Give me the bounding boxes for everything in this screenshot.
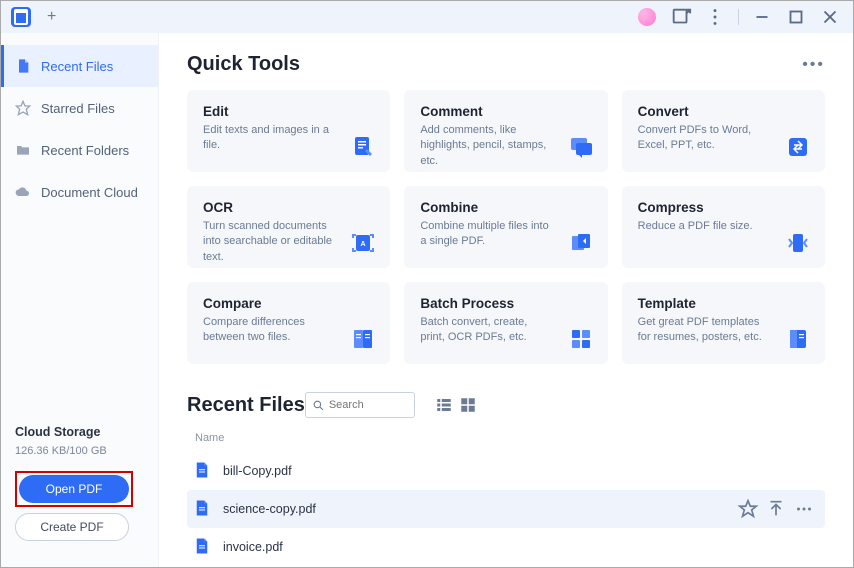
minimize-button[interactable] xyxy=(751,6,773,28)
upload-icon[interactable] xyxy=(765,498,787,520)
pdf-file-icon xyxy=(193,537,211,557)
tool-compress[interactable]: Compress Reduce a PDF file size. xyxy=(622,186,825,268)
comment-icon xyxy=(568,134,594,160)
file-row[interactable]: bill-Copy.pdf xyxy=(187,452,825,490)
tool-title: Template xyxy=(638,296,809,311)
ocr-icon: A xyxy=(350,230,376,256)
recent-files-title: Recent Files xyxy=(187,394,305,417)
tool-desc: Get great PDF templates for resumes, pos… xyxy=(638,315,768,346)
file-name: science-copy.pdf xyxy=(223,502,731,516)
tool-desc: Reduce a PDF file size. xyxy=(638,219,768,234)
compress-icon xyxy=(785,230,811,256)
template-icon xyxy=(785,326,811,352)
tool-desc: Compare differences between two files. xyxy=(203,315,333,346)
tool-compare[interactable]: Compare Compare differences between two f… xyxy=(187,282,390,364)
create-pdf-button[interactable]: Create PDF xyxy=(15,513,129,541)
storage-label: Cloud Storage xyxy=(15,425,144,439)
more-icon[interactable] xyxy=(793,498,815,520)
file-name: invoice.pdf xyxy=(223,540,815,554)
quick-tools-title: Quick Tools xyxy=(187,53,300,76)
convert-icon xyxy=(785,134,811,160)
search-input[interactable] xyxy=(329,399,403,411)
pdf-file-icon xyxy=(193,461,211,481)
file-icon xyxy=(15,58,31,74)
tool-batch[interactable]: Batch Process Batch convert, create, prin… xyxy=(404,282,607,364)
sidebar: Recent Files Starred Files Recent Folders D… xyxy=(1,33,159,567)
avatar-icon[interactable] xyxy=(636,6,658,28)
cloud-icon xyxy=(15,184,31,200)
star-icon xyxy=(15,100,31,116)
storage-value: 126.36 KB/100 GB xyxy=(15,445,144,457)
titlebar: + xyxy=(1,1,853,33)
sidebar-item-starred-files[interactable]: Starred Files xyxy=(1,87,158,129)
grid-view-toggle[interactable] xyxy=(459,396,477,414)
tool-desc: Combine multiple files into a single PDF… xyxy=(420,219,550,250)
tool-combine[interactable]: Combine Combine multiple files into a sin… xyxy=(404,186,607,268)
share-icon[interactable] xyxy=(670,6,692,28)
tool-title: Compress xyxy=(638,200,809,215)
column-header-name: Name xyxy=(187,428,825,452)
batch-icon xyxy=(568,326,594,352)
file-row[interactable]: science-copy.pdf xyxy=(187,490,825,528)
tool-title: Combine xyxy=(420,200,591,215)
combine-icon xyxy=(568,230,594,256)
content: Quick Tools ••• Edit Edit texts and image… xyxy=(159,33,853,567)
menu-icon[interactable] xyxy=(704,6,726,28)
tool-title: Batch Process xyxy=(420,296,591,311)
tool-title: OCR xyxy=(203,200,374,215)
sidebar-item-label: Document Cloud xyxy=(41,185,138,200)
tool-edit[interactable]: Edit Edit texts and images in a file. xyxy=(187,90,390,172)
app-logo-icon xyxy=(11,7,31,27)
tool-title: Compare xyxy=(203,296,374,311)
edit-icon xyxy=(350,134,376,160)
pdf-file-icon xyxy=(193,499,211,519)
close-button[interactable] xyxy=(819,6,841,28)
tool-title: Comment xyxy=(420,104,591,119)
tool-desc: Convert PDFs to Word, Excel, PPT, etc. xyxy=(638,123,768,154)
sidebar-item-document-cloud[interactable]: Document Cloud xyxy=(1,171,158,213)
tool-title: Convert xyxy=(638,104,809,119)
star-icon[interactable] xyxy=(737,498,759,520)
tool-desc: Add comments, like highlights, pencil, s… xyxy=(420,123,550,169)
tool-desc: Batch convert, create, print, OCR PDFs, … xyxy=(420,315,550,346)
sidebar-item-label: Starred Files xyxy=(41,101,115,116)
tool-desc: Edit texts and images in a file. xyxy=(203,123,333,154)
folder-icon xyxy=(15,142,31,158)
open-pdf-highlight: Open PDF xyxy=(15,471,133,507)
tool-comment[interactable]: Comment Add comments, like highlights, pe… xyxy=(404,90,607,172)
list-view-toggle[interactable] xyxy=(435,396,453,414)
sidebar-item-label: Recent Files xyxy=(41,59,113,74)
tool-title: Edit xyxy=(203,104,374,119)
tool-desc: Turn scanned documents into searchable o… xyxy=(203,219,333,265)
tool-convert[interactable]: Convert Convert PDFs to Word, Excel, PPT,… xyxy=(622,90,825,172)
new-tab-button[interactable]: + xyxy=(39,8,64,26)
tool-template[interactable]: Template Get great PDF templates for resu… xyxy=(622,282,825,364)
quick-tools-menu-icon[interactable]: ••• xyxy=(802,56,825,74)
search-box[interactable] xyxy=(305,392,415,418)
tool-ocr[interactable]: OCR Turn scanned documents into searchabl… xyxy=(187,186,390,268)
sidebar-item-recent-folders[interactable]: Recent Folders xyxy=(1,129,158,171)
maximize-button[interactable] xyxy=(785,6,807,28)
sidebar-item-label: Recent Folders xyxy=(41,143,129,158)
open-pdf-button[interactable]: Open PDF xyxy=(19,475,129,503)
file-name: bill-Copy.pdf xyxy=(223,464,815,478)
search-icon xyxy=(312,399,325,412)
sidebar-item-recent-files[interactable]: Recent Files xyxy=(1,45,158,87)
svg-text:A: A xyxy=(361,241,366,248)
file-row[interactable]: invoice.pdf xyxy=(187,528,825,566)
compare-icon xyxy=(350,326,376,352)
